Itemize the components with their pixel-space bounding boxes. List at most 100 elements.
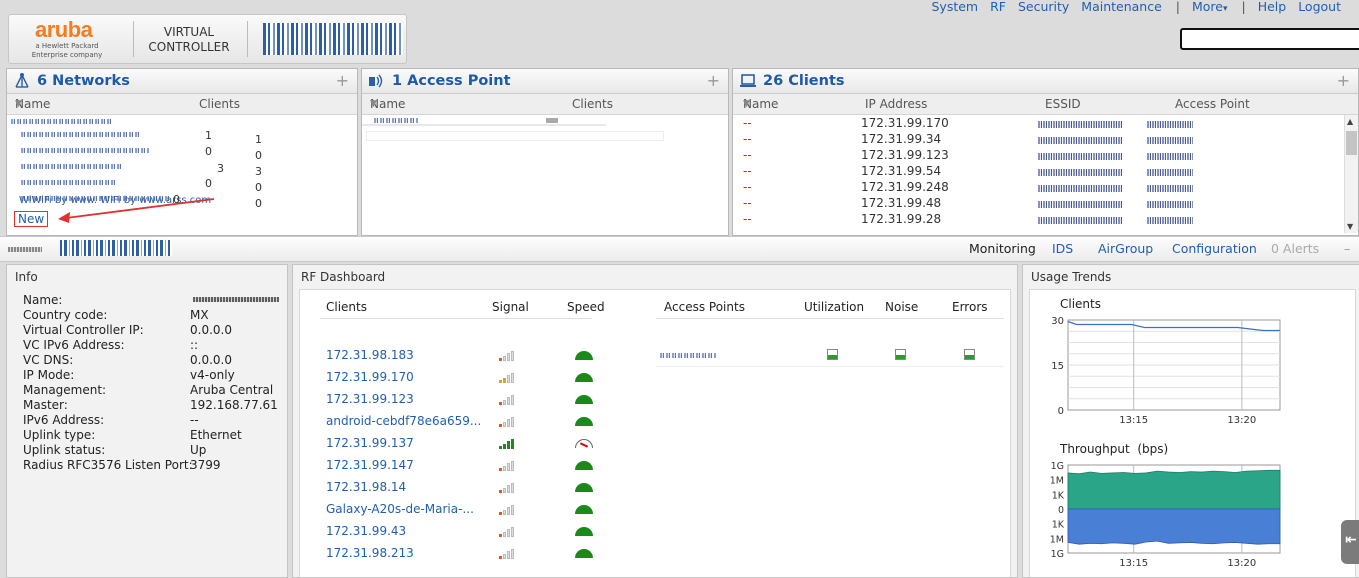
signal-bar bbox=[507, 419, 510, 427]
client-row[interactable]: -- 172.31.99.54 bbox=[733, 164, 1343, 180]
scroll-up-icon[interactable]: ▲ bbox=[1347, 117, 1353, 126]
nav-system[interactable]: System bbox=[931, 0, 978, 14]
rf-col-utilization: Utilization bbox=[804, 300, 865, 314]
nav-logout[interactable]: Logout bbox=[1298, 0, 1341, 14]
col-clients[interactable]: Clients bbox=[199, 94, 240, 114]
rf-client-link[interactable]: 172.31.99.43 bbox=[326, 524, 406, 538]
rf-client-link[interactable]: 172.31.99.137 bbox=[326, 436, 414, 450]
add-network-button[interactable]: + bbox=[336, 69, 349, 93]
rf-client-link[interactable]: 172.31.99.170 bbox=[326, 370, 414, 384]
add-access-point-button[interactable]: + bbox=[707, 69, 720, 93]
client-count: 1 bbox=[205, 129, 212, 142]
signal-bar bbox=[511, 350, 514, 361]
signal-strength-icon bbox=[499, 526, 517, 537]
client-row[interactable]: -- 172.31.99.170 bbox=[733, 116, 1343, 132]
signal-bar bbox=[503, 355, 506, 361]
collapse-icon[interactable]: – bbox=[1344, 241, 1350, 256]
redacted-essid bbox=[1038, 121, 1122, 128]
client-name: -- bbox=[743, 212, 752, 226]
client-ip: 172.31.99.48 bbox=[861, 196, 942, 210]
y-tick-label: 0 bbox=[1058, 505, 1064, 516]
signal-bar bbox=[511, 526, 514, 537]
client-name: -- bbox=[743, 196, 752, 210]
col-access-point[interactable]: Access Point bbox=[1175, 94, 1250, 114]
side-panel-handle[interactable]: ⇤ bbox=[1341, 520, 1359, 564]
client-row[interactable]: -- 172.31.99.123 bbox=[733, 148, 1343, 164]
client-count: 0 bbox=[255, 181, 262, 194]
tab-monitoring[interactable]: Monitoring bbox=[969, 241, 1036, 256]
usage-trends-panel: Usage Trends Clients Throughput (bps) 30… bbox=[1022, 264, 1359, 578]
rf-client-link[interactable]: 172.31.98.14 bbox=[326, 480, 406, 494]
annotation-arrow-icon bbox=[58, 198, 215, 223]
signal-bar bbox=[499, 424, 502, 427]
signal-bar bbox=[511, 372, 514, 383]
speed-gauge-icon bbox=[575, 549, 593, 558]
nav-more[interactable]: More▾ bbox=[1192, 0, 1228, 14]
y-tick-label: 15 bbox=[1051, 361, 1064, 372]
rf-col-clients: Clients bbox=[326, 300, 367, 314]
signal-bar bbox=[507, 485, 510, 493]
nav-help[interactable]: Help bbox=[1258, 0, 1287, 14]
divider bbox=[656, 318, 1004, 319]
info-value: -- bbox=[190, 413, 199, 427]
signal-bar bbox=[503, 443, 506, 449]
redacted-essid bbox=[1038, 201, 1122, 208]
info-value: 192.168.77.61 bbox=[190, 398, 278, 412]
signal-strength-icon bbox=[499, 394, 517, 405]
client-count: 3 bbox=[255, 165, 262, 178]
y-tick-label: 1K bbox=[1052, 490, 1065, 501]
client-ip: 172.31.99.34 bbox=[861, 132, 942, 146]
col-clients[interactable]: Clients bbox=[572, 94, 613, 114]
nav-rf[interactable]: RF bbox=[990, 0, 1006, 14]
col-ip[interactable]: IP Address bbox=[865, 94, 927, 114]
networks-column-header: Name ▼ Clients bbox=[7, 94, 357, 115]
upload-series-area bbox=[1067, 469, 1281, 510]
info-label: Management: bbox=[23, 383, 107, 397]
new-network-link[interactable]: New bbox=[14, 211, 49, 227]
nav-security[interactable]: Security bbox=[1018, 0, 1069, 14]
scroll-down-icon[interactable]: ▼ bbox=[1347, 222, 1353, 231]
client-row[interactable]: -- 172.31.99.34 bbox=[733, 132, 1343, 148]
rf-col-access-points: Access Points bbox=[664, 300, 745, 314]
redacted-ap-name bbox=[374, 118, 418, 123]
col-essid[interactable]: ESSID bbox=[1045, 94, 1081, 114]
rf-client-link[interactable]: android-cebdf78e6a659... bbox=[326, 414, 481, 428]
add-client-button[interactable]: + bbox=[1337, 69, 1350, 93]
clients-column-header: Name ▼ IP Address ESSID Access Point bbox=[733, 94, 1358, 115]
rf-client-link[interactable]: 172.31.99.147 bbox=[326, 458, 414, 472]
tab-airgroup[interactable]: AirGroup bbox=[1098, 241, 1153, 256]
client-row[interactable]: -- 172.31.99.28 bbox=[733, 212, 1343, 228]
search-input[interactable] bbox=[1180, 28, 1359, 50]
redacted-ap bbox=[1147, 217, 1193, 224]
info-row: Management: Aruba Central bbox=[23, 383, 273, 398]
speed-gauge-icon bbox=[575, 527, 593, 536]
rf-client-link[interactable]: Galaxy-A20s-de-Maria-... bbox=[326, 502, 474, 516]
client-row[interactable]: -- 172.31.99.248 bbox=[733, 180, 1343, 196]
redacted-ap-name[interactable] bbox=[660, 353, 716, 358]
tab-alerts[interactable]: 0 Alerts bbox=[1271, 241, 1319, 256]
rf-client-link[interactable]: 172.31.98.213 bbox=[326, 546, 414, 560]
ap-row[interactable] bbox=[366, 131, 664, 141]
info-label: IP Mode: bbox=[23, 368, 75, 382]
redacted-essid bbox=[1038, 153, 1122, 160]
info-label: Uplink type: bbox=[23, 428, 96, 442]
utilization-meter-icon bbox=[827, 349, 838, 360]
info-value: Ethernet bbox=[190, 428, 242, 442]
aruba-logo: aruba bbox=[35, 17, 93, 42]
tab-configuration[interactable]: Configuration bbox=[1172, 241, 1257, 256]
redacted-ap bbox=[1147, 169, 1193, 176]
redacted-controller-name bbox=[193, 297, 279, 302]
signal-bar bbox=[507, 507, 510, 515]
rf-client-link[interactable]: 172.31.98.183 bbox=[326, 348, 414, 362]
y-tick-label: 30 bbox=[1051, 316, 1064, 327]
signal-bar bbox=[499, 402, 502, 405]
rf-client-link[interactable]: 172.31.99.123 bbox=[326, 392, 414, 406]
nav-separator: | bbox=[1241, 0, 1246, 14]
client-row[interactable]: -- 172.31.99.48 bbox=[733, 196, 1343, 212]
tab-ids[interactable]: IDS bbox=[1052, 241, 1073, 256]
signal-bar bbox=[503, 465, 506, 471]
nav-maintenance[interactable]: Maintenance bbox=[1081, 0, 1162, 14]
speed-gauge-icon bbox=[575, 417, 593, 426]
scrollbar-thumb[interactable] bbox=[1346, 131, 1357, 155]
client-name: -- bbox=[743, 132, 752, 146]
